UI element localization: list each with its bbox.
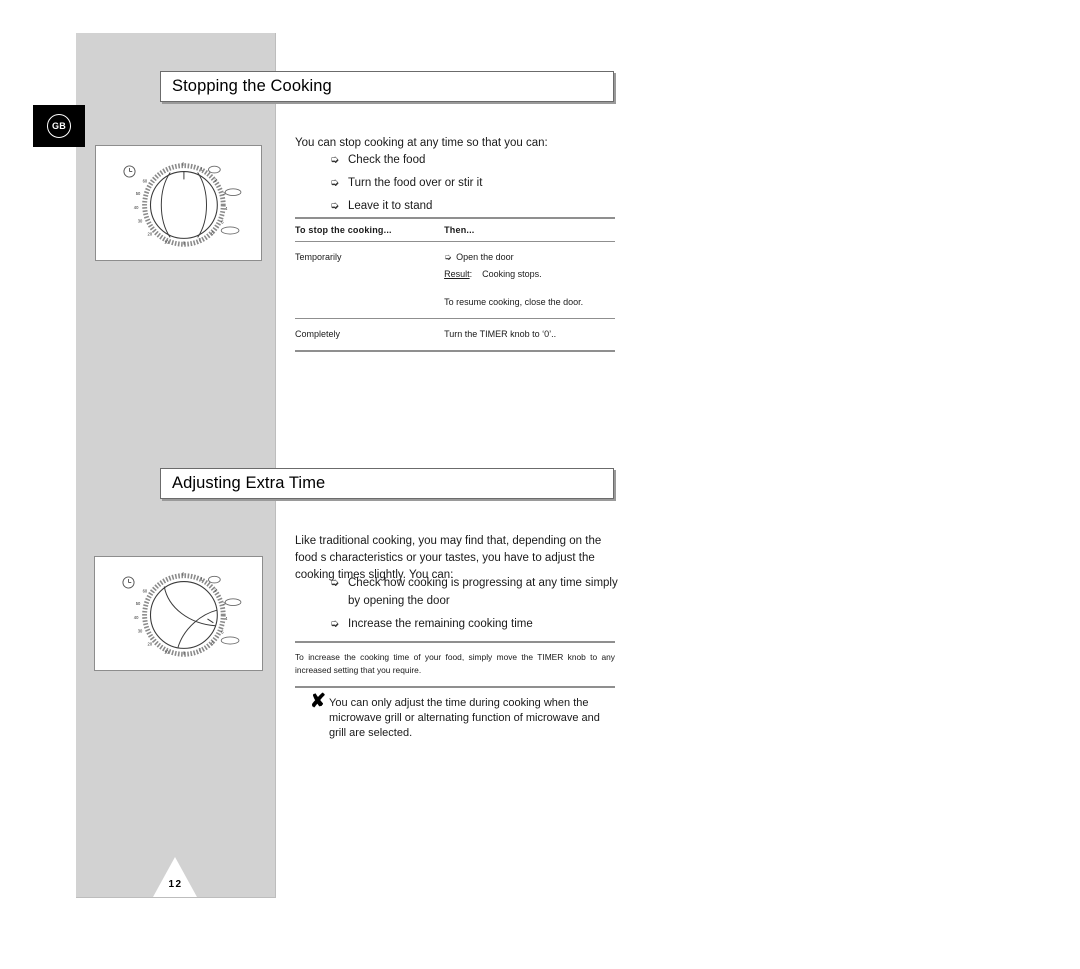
arrow-bullet-icon: ➭ bbox=[330, 199, 340, 212]
illustration-timer-knob-1: 0 1 2 3 4 5 6 7 8 10 20 30 40 50 60 bbox=[95, 145, 262, 261]
svg-text:30: 30 bbox=[138, 629, 143, 634]
svg-text:5: 5 bbox=[221, 630, 224, 635]
result-line: Result: Cooking stops. bbox=[444, 267, 615, 282]
table-header-row: To stop the cooking... Then... bbox=[295, 219, 615, 242]
table-cell-condition: Temporarily bbox=[295, 241, 445, 319]
svg-text:40: 40 bbox=[134, 205, 139, 210]
list-item: ➭ Increase the remaining cooking time bbox=[330, 616, 620, 634]
table-row: Completely Turn the TIMER knob to ‘0’.. bbox=[295, 318, 615, 352]
list-item-label: Leave it to stand bbox=[348, 200, 433, 212]
table-cell-condition: Completely bbox=[295, 318, 445, 352]
result-value: Cooking stops. bbox=[482, 269, 542, 279]
page-number-marker: 12 bbox=[153, 857, 198, 897]
section-header-stopping: Stopping the Cooking bbox=[160, 71, 614, 102]
svg-text:60: 60 bbox=[143, 588, 148, 593]
svg-text:50: 50 bbox=[136, 191, 141, 196]
stopping-bullet-list: ➭ Check the food ➭ Turn the food over or… bbox=[330, 152, 620, 221]
svg-text:4: 4 bbox=[225, 616, 228, 621]
arrow-bullet-icon: ➭ bbox=[330, 576, 340, 589]
page-number-triangle bbox=[153, 857, 197, 897]
note-bottom-rule bbox=[295, 686, 615, 688]
list-item: ➭ Leave it to stand bbox=[330, 198, 620, 216]
stopping-cooking-table: To stop the cooking... Then... Temporari… bbox=[295, 217, 615, 352]
section-title-adjusting: Adjusting Extra Time bbox=[172, 474, 326, 492]
table-row: Temporarily ➭ Open the door Result: Cooki… bbox=[295, 241, 615, 319]
list-item-label: Turn the food over or stir it bbox=[348, 177, 483, 189]
list-item: ➭ Turn the food over or stir it bbox=[330, 175, 620, 193]
arrow-bullet-icon: ➭ bbox=[330, 617, 340, 630]
adjusting-note-block: To increase the cooking time of your foo… bbox=[295, 641, 615, 688]
warning-x-icon: ✘ bbox=[310, 691, 326, 712]
list-item-label: Check the food bbox=[348, 154, 426, 166]
arrow-bullet-icon: ➭ bbox=[444, 252, 452, 262]
resume-note: To resume cooking, close the door. bbox=[444, 297, 584, 307]
language-badge-label: GB bbox=[47, 114, 71, 138]
section-header-adjusting: Adjusting Extra Time bbox=[160, 468, 614, 499]
list-item-label: Increase the remaining cooking time bbox=[348, 618, 533, 630]
action-bullet-line: ➭ Open the door bbox=[444, 252, 514, 262]
svg-text:20: 20 bbox=[148, 231, 153, 236]
svg-text:50: 50 bbox=[136, 601, 141, 606]
arrow-bullet-icon: ➭ bbox=[330, 153, 340, 166]
page-number-label: 12 bbox=[168, 879, 183, 890]
section-title-stopping: Stopping the Cooking bbox=[172, 77, 332, 95]
svg-text:4: 4 bbox=[225, 206, 228, 211]
svg-text:10: 10 bbox=[164, 239, 169, 244]
result-separator: : bbox=[469, 269, 473, 279]
illustration-timer-knob-2: 0 1 2 3 4 5 6 7 8 10 20 30 40 50 60 bbox=[94, 556, 263, 671]
table-col-header-action: Then... bbox=[444, 219, 615, 242]
svg-text:20: 20 bbox=[148, 641, 153, 646]
table-cell-action: ➭ Open the door Result: Cooking stops. To… bbox=[444, 241, 615, 319]
list-item: ➭ Check how cooking is progressing at an… bbox=[330, 575, 620, 610]
svg-text:40: 40 bbox=[134, 615, 139, 620]
list-item: ➭ Check the food bbox=[330, 152, 620, 170]
svg-text:10: 10 bbox=[164, 649, 169, 654]
stopping-intro-text: You can stop cooking at any time so that… bbox=[295, 137, 548, 149]
timer-dial-graphic-1: 0 1 2 3 4 5 6 7 8 10 20 30 40 50 60 bbox=[134, 162, 242, 247]
svg-text:60: 60 bbox=[143, 178, 148, 183]
adjusting-bullet-list: ➭ Check how cooking is progressing at an… bbox=[330, 575, 620, 640]
svg-text:30: 30 bbox=[138, 219, 143, 224]
svg-text:5: 5 bbox=[221, 220, 224, 225]
warning-text: You can only adjust the time during cook… bbox=[329, 697, 600, 739]
result-label: Result bbox=[444, 269, 470, 279]
arrow-bullet-icon: ➭ bbox=[330, 176, 340, 189]
note-text: To increase the cooking time of your foo… bbox=[295, 652, 615, 675]
table-cell-action: Turn the TIMER knob to ‘0’.. bbox=[444, 318, 615, 352]
table-col-header-condition: To stop the cooking... bbox=[295, 219, 445, 242]
adjusting-warning-block: ✘ You can only adjust the time during co… bbox=[295, 691, 617, 741]
action-bullet-label: Open the door bbox=[456, 252, 514, 262]
list-item-label: Check how cooking is progressing at any … bbox=[348, 577, 618, 607]
language-badge: GB bbox=[33, 105, 85, 147]
timer-dial-graphic-2: 0 1 2 3 4 5 6 7 8 10 20 30 40 50 60 bbox=[134, 572, 242, 657]
